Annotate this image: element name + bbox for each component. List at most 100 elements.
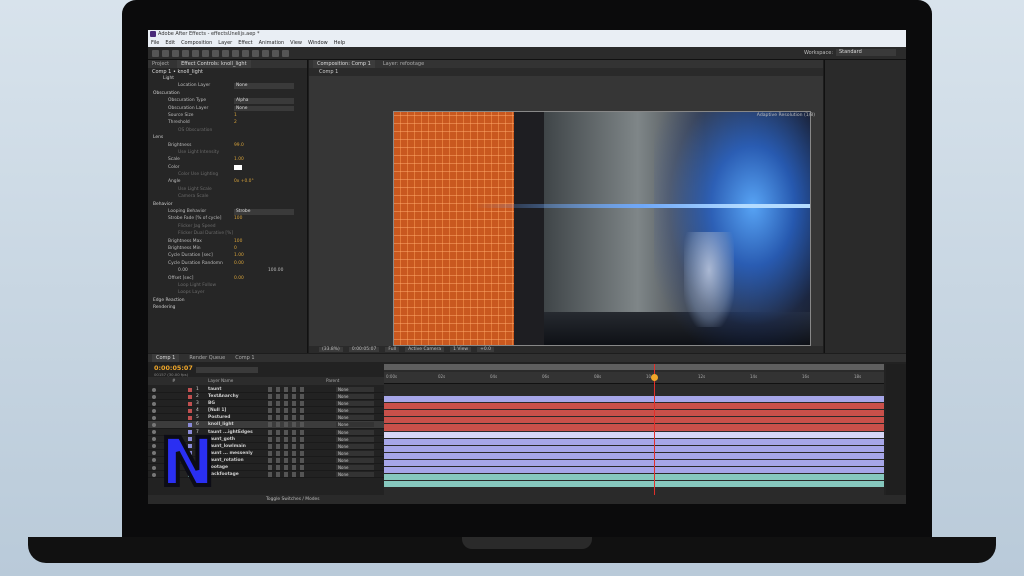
- menu-item-layer[interactable]: Layer: [218, 39, 232, 47]
- effect-property-value[interactable]: 1.00: [234, 252, 244, 259]
- brush-tool-icon[interactable]: [242, 49, 249, 57]
- effect-property-row[interactable]: Use Light Intensity: [148, 149, 307, 156]
- layer-row[interactable]: 4 [Null 1] None: [148, 407, 384, 415]
- layer-label-color[interactable]: [188, 401, 192, 406]
- layer-switches[interactable]: [268, 415, 308, 421]
- layer-switches[interactable]: [268, 443, 308, 449]
- effect-property-value[interactable]: 0: [234, 245, 237, 252]
- time-ruler[interactable]: 0:00s 02s 04s 06s 08s 10s 12s 14s 16s 18s: [384, 372, 884, 384]
- pan-behind-tool-icon[interactable]: [202, 49, 209, 57]
- parent-dropdown[interactable]: None: [336, 394, 374, 400]
- effect-property-value[interactable]: 100: [234, 238, 242, 245]
- effect-property-row[interactable]: Obscuration Layer None: [148, 105, 307, 112]
- layer-switches[interactable]: [268, 422, 308, 428]
- effect-property-row[interactable]: Strobe Fade [% of cycle] 100: [148, 215, 307, 222]
- rectangle-tool-icon[interactable]: [212, 49, 219, 57]
- tab-composition[interactable]: Composition: Comp 1: [313, 60, 375, 68]
- tab-comp-1[interactable]: Comp 1: [152, 354, 180, 362]
- timeline-scrollbar[interactable]: [886, 364, 906, 504]
- effect-property-row[interactable]: Brightness 99.0: [148, 142, 307, 149]
- tab-render-queue[interactable]: Render Queue: [189, 354, 225, 362]
- visibility-eye-icon[interactable]: [152, 472, 156, 477]
- camera-tool-icon[interactable]: [192, 49, 199, 57]
- parent-dropdown[interactable]: None: [336, 436, 374, 442]
- parent-dropdown[interactable]: None: [336, 408, 374, 414]
- visibility-eye-icon[interactable]: [152, 437, 156, 442]
- visibility-eye-icon[interactable]: [152, 422, 156, 427]
- tab-comp-1-secondary[interactable]: Comp 1: [235, 354, 254, 362]
- effect-property-row[interactable]: Flicker Jag Speed: [148, 223, 307, 230]
- type-tool-icon[interactable]: [232, 49, 239, 57]
- effect-property-row[interactable]: Location Layer None: [148, 82, 307, 89]
- work-area-bar[interactable]: [384, 364, 884, 370]
- effect-property-row[interactable]: Brightness Min 0: [148, 245, 307, 252]
- layer-duration-bar[interactable]: [384, 459, 884, 467]
- viewer-timecode[interactable]: 0:00:05:07: [348, 347, 380, 352]
- parent-dropdown[interactable]: None: [336, 422, 374, 428]
- layer-name[interactable]: taunt: [208, 386, 221, 393]
- effect-property-row[interactable]: Rendering: [148, 304, 307, 311]
- current-timecode[interactable]: 0:00:05:07: [154, 364, 193, 372]
- layer-duration-bar[interactable]: [384, 467, 884, 474]
- parent-dropdown[interactable]: None: [336, 457, 374, 463]
- layer-name[interactable]: Postured: [208, 414, 230, 421]
- menu-item-effect[interactable]: Effect: [238, 39, 252, 47]
- effect-property-row[interactable]: Lens: [148, 134, 307, 141]
- layer-duration-bar[interactable]: [384, 396, 884, 403]
- menu-item-edit[interactable]: Edit: [165, 39, 175, 47]
- menu-item-file[interactable]: File: [151, 39, 159, 47]
- toggle-switches-modes[interactable]: Toggle Switches / Modes: [266, 495, 320, 504]
- effect-property-row[interactable]: Source Size 1: [148, 112, 307, 119]
- layer-switches[interactable]: [268, 472, 308, 478]
- layer-duration-bar[interactable]: [384, 431, 884, 438]
- zoom-select[interactable]: (33.8%): [319, 347, 343, 352]
- layer-duration-bar[interactable]: [384, 424, 884, 431]
- menu-item-view[interactable]: View: [290, 39, 302, 47]
- layer-name[interactable]: TextAnarchy: [208, 393, 239, 400]
- effect-property-row[interactable]: Color Use Lighting: [148, 171, 307, 178]
- timeline-search-input[interactable]: [196, 367, 258, 373]
- effect-property-row[interactable]: Scale 1.00: [148, 156, 307, 163]
- layer-switches[interactable]: [268, 450, 308, 456]
- visibility-eye-icon[interactable]: [152, 394, 156, 399]
- layer-label-color[interactable]: [188, 415, 192, 420]
- effect-property-value[interactable]: 0.00: [234, 260, 244, 267]
- visibility-eye-icon[interactable]: [152, 430, 156, 435]
- layer-duration-bar[interactable]: [384, 452, 884, 459]
- menu-item-window[interactable]: Window: [308, 39, 328, 47]
- parent-dropdown[interactable]: None: [336, 450, 374, 456]
- tab-project[interactable]: Project: [152, 60, 169, 68]
- layer-row[interactable]: 5 Postured None: [148, 414, 384, 422]
- visibility-eye-icon[interactable]: [152, 458, 156, 463]
- parent-dropdown[interactable]: None: [336, 472, 374, 478]
- pen-tool-icon[interactable]: [222, 49, 229, 57]
- workspace-select[interactable]: Standard: [836, 49, 896, 56]
- effect-property-row[interactable]: OS Obscuration: [148, 127, 307, 134]
- camera-select[interactable]: Active Camera: [405, 347, 445, 352]
- effect-property-row[interactable]: Cycle Duration [sec] 1.00: [148, 252, 307, 259]
- parent-dropdown[interactable]: None: [336, 443, 374, 449]
- effect-property-row[interactable]: Flicker Dual Durative [%]: [148, 230, 307, 237]
- layer-name[interactable]: [Null 1]: [208, 407, 226, 414]
- effect-property-dropdown[interactable]: None: [234, 105, 294, 112]
- effect-property-row[interactable]: Loops Layer: [148, 289, 307, 296]
- effect-property-row[interactable]: Obscuration: [148, 90, 307, 97]
- visibility-eye-icon[interactable]: [152, 401, 156, 406]
- effect-property-row[interactable]: Cycle Duration Randomn 0.00: [148, 260, 307, 267]
- layer-row[interactable]: 2 TextAnarchy None: [148, 393, 384, 401]
- hand-tool-icon[interactable]: [162, 49, 169, 57]
- layer-duration-bar[interactable]: [592, 410, 884, 417]
- effect-property-row[interactable]: Offset [sec] 0.00: [148, 275, 307, 282]
- layer-label-color[interactable]: [188, 408, 192, 413]
- effect-property-dropdown[interactable]: None: [234, 83, 294, 89]
- view-layout-select[interactable]: 1 View: [450, 347, 472, 352]
- layer-name[interactable]: BG: [208, 400, 215, 407]
- layer-duration-bar[interactable]: [384, 445, 884, 452]
- effect-property-dropdown[interactable]: Alpha: [234, 98, 294, 104]
- parent-dropdown[interactable]: None: [336, 387, 374, 392]
- effect-property-row[interactable]: Loop Light Follow: [148, 282, 307, 289]
- visibility-eye-icon[interactable]: [152, 444, 156, 449]
- effect-property-row[interactable]: Behavior: [148, 201, 307, 208]
- roto-tool-icon[interactable]: [272, 49, 279, 57]
- parent-dropdown[interactable]: None: [336, 465, 374, 471]
